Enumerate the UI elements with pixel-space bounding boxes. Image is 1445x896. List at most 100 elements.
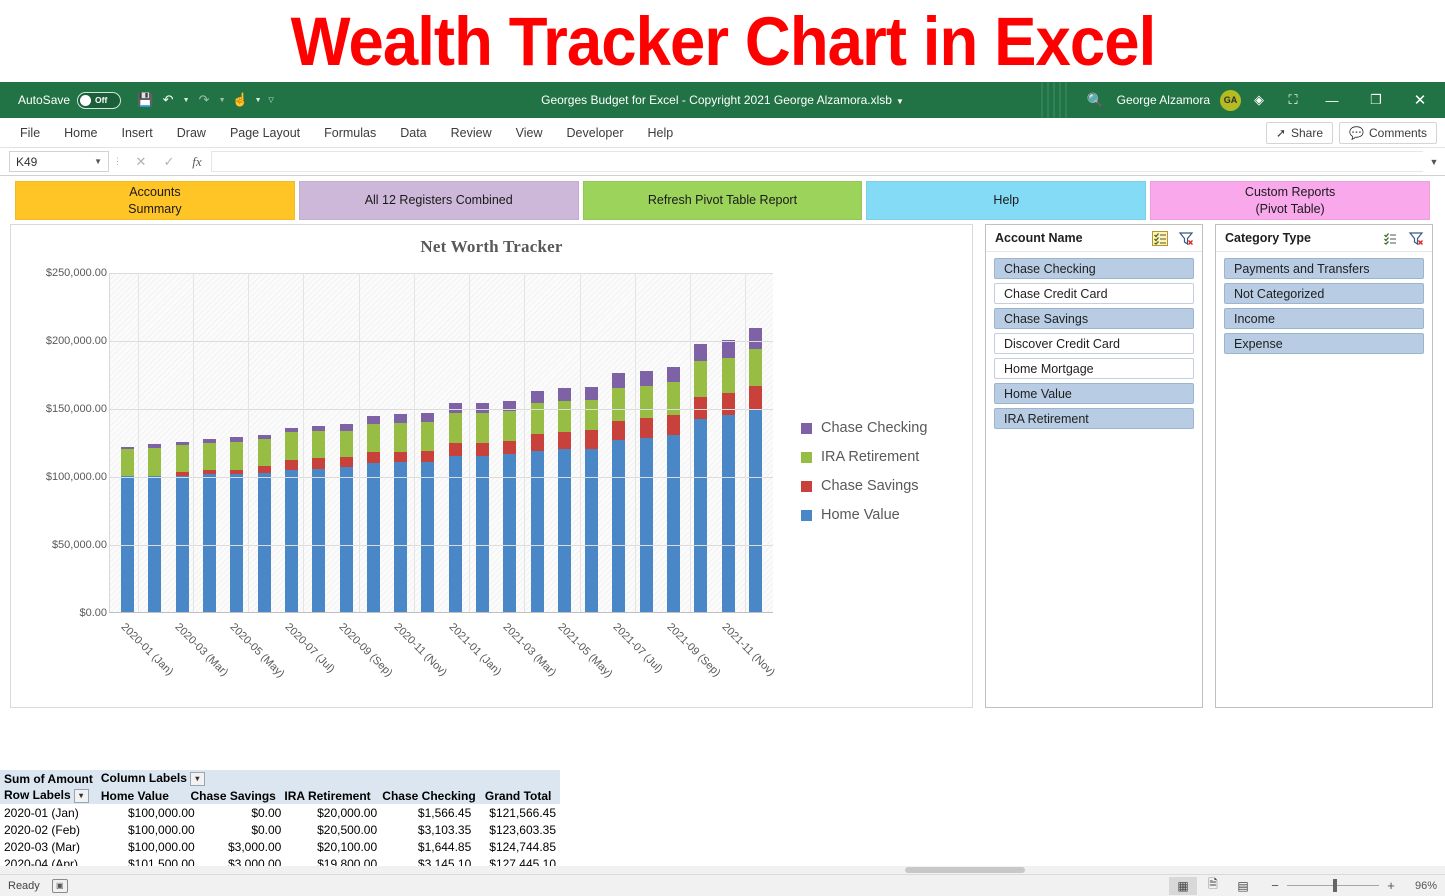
bar-segment[interactable] bbox=[531, 451, 544, 612]
zoom-out-button[interactable]: − bbox=[1269, 878, 1281, 893]
bar-segment[interactable] bbox=[394, 423, 407, 452]
stacked-bar[interactable] bbox=[722, 340, 735, 612]
bar-segment[interactable] bbox=[148, 448, 161, 476]
bar-segment[interactable] bbox=[558, 432, 571, 450]
bar-segment[interactable] bbox=[421, 422, 434, 451]
customize-qat-icon[interactable]: ▽ bbox=[266, 96, 276, 104]
stacked-bar[interactable] bbox=[258, 435, 271, 612]
bar-segment[interactable] bbox=[694, 419, 707, 612]
bar-segment[interactable] bbox=[203, 443, 216, 470]
bar-segment[interactable] bbox=[367, 452, 380, 463]
bar-segment[interactable] bbox=[749, 386, 762, 410]
diamond-icon[interactable]: ◈ bbox=[1243, 85, 1275, 115]
stacked-bar[interactable] bbox=[749, 328, 762, 612]
page-layout-view-button[interactable]: 🗎 bbox=[1199, 877, 1227, 895]
bar-segment[interactable] bbox=[449, 413, 462, 443]
undo-dropdown-icon[interactable]: ▼ bbox=[181, 97, 191, 104]
stacked-bar[interactable] bbox=[148, 444, 161, 612]
bar-segment[interactable] bbox=[722, 358, 735, 393]
stacked-bar[interactable] bbox=[367, 416, 380, 612]
bar-segment[interactable] bbox=[503, 441, 516, 455]
refresh-pivot-table-report-button[interactable]: Refresh Pivot Table Report bbox=[583, 181, 863, 220]
bar-segment[interactable] bbox=[312, 458, 325, 468]
tab-review[interactable]: Review bbox=[439, 118, 504, 148]
slicer-account-name[interactable]: Account Name Chase CheckingChase Credit … bbox=[985, 224, 1203, 708]
bar-segment[interactable] bbox=[749, 349, 762, 386]
multi-select-icon[interactable] bbox=[1150, 229, 1170, 247]
document-title-dropdown-icon[interactable]: ▼ bbox=[896, 97, 904, 106]
stacked-bar[interactable] bbox=[203, 439, 216, 612]
bar-segment[interactable] bbox=[203, 474, 216, 612]
insert-function-icon[interactable]: fx bbox=[183, 154, 211, 170]
bar-segment[interactable] bbox=[694, 361, 707, 397]
autosave-control[interactable]: AutoSave Off bbox=[18, 92, 121, 109]
slicer-item[interactable]: Discover Credit Card bbox=[994, 333, 1194, 354]
slicer-item[interactable]: Chase Savings bbox=[994, 308, 1194, 329]
stacked-bar[interactable] bbox=[312, 426, 325, 612]
zoom-slider[interactable] bbox=[1287, 885, 1379, 886]
bar-segment[interactable] bbox=[722, 415, 735, 612]
bar-segment[interactable] bbox=[312, 431, 325, 458]
column-filter-icon[interactable]: ▾ bbox=[190, 772, 205, 786]
bar-segment[interactable] bbox=[367, 416, 380, 425]
bar-segment[interactable] bbox=[340, 431, 353, 457]
bar-segment[interactable] bbox=[148, 476, 161, 612]
tab-draw[interactable]: Draw bbox=[165, 118, 218, 148]
bar-segment[interactable] bbox=[531, 403, 544, 434]
confirm-edit-icon[interactable]: ✓ bbox=[155, 154, 183, 170]
touch-mode-icon[interactable]: ☝ bbox=[230, 89, 250, 111]
bar-segment[interactable] bbox=[585, 400, 598, 431]
bar-segment[interactable] bbox=[585, 430, 598, 448]
legend-item[interactable]: Chase Savings bbox=[801, 478, 927, 494]
tab-page-layout[interactable]: Page Layout bbox=[218, 118, 312, 148]
horizontal-scrollbar-thumb[interactable] bbox=[905, 867, 1025, 873]
bar-segment[interactable] bbox=[585, 387, 598, 400]
bar-segment[interactable] bbox=[640, 371, 653, 385]
record-macro-icon[interactable]: ▣ bbox=[52, 879, 68, 893]
bar-segment[interactable] bbox=[476, 456, 489, 612]
page-break-view-button[interactable]: ▤ bbox=[1229, 877, 1257, 895]
bar-segment[interactable] bbox=[285, 470, 298, 612]
tab-help[interactable]: Help bbox=[636, 118, 686, 148]
bar-segment[interactable] bbox=[585, 449, 598, 612]
bar-segment[interactable] bbox=[531, 434, 544, 451]
redo-icon[interactable]: ↷ bbox=[194, 89, 214, 111]
bar-segment[interactable] bbox=[749, 328, 762, 348]
touch-mode-dropdown-icon[interactable]: ▼ bbox=[253, 97, 263, 104]
bar-segment[interactable] bbox=[367, 463, 380, 612]
stacked-bar[interactable] bbox=[394, 414, 407, 612]
slicer-item[interactable]: Income bbox=[1224, 308, 1424, 329]
tab-view[interactable]: View bbox=[504, 118, 555, 148]
help-button[interactable]: Help bbox=[866, 181, 1146, 220]
tab-insert[interactable]: Insert bbox=[110, 118, 165, 148]
bar-segment[interactable] bbox=[667, 367, 680, 382]
bar-segment[interactable] bbox=[558, 388, 571, 401]
bar-segment[interactable] bbox=[258, 466, 271, 473]
legend-item[interactable]: IRA Retirement bbox=[801, 449, 927, 465]
all-12-registers-combined-button[interactable]: All 12 Registers Combined bbox=[299, 181, 579, 220]
stacked-bar[interactable] bbox=[230, 437, 243, 612]
comments-button[interactable]: 💬 Comments bbox=[1339, 122, 1437, 144]
bar-segment[interactable] bbox=[285, 460, 298, 470]
multi-select-icon[interactable] bbox=[1380, 229, 1400, 247]
bar-segment[interactable] bbox=[258, 439, 271, 466]
horizontal-scrollbar[interactable] bbox=[0, 866, 1445, 874]
slicer-item[interactable]: Not Categorized bbox=[1224, 283, 1424, 304]
bar-segment[interactable] bbox=[476, 413, 489, 442]
zoom-in-button[interactable]: + bbox=[1385, 878, 1397, 893]
bar-segment[interactable] bbox=[640, 386, 653, 419]
bar-segment[interactable] bbox=[667, 415, 680, 435]
bar-segment[interactable] bbox=[421, 451, 434, 462]
stacked-bar[interactable] bbox=[585, 387, 598, 612]
minimize-button[interactable]: — bbox=[1311, 82, 1353, 118]
tab-formulas[interactable]: Formulas bbox=[312, 118, 388, 148]
undo-icon[interactable]: ↶ bbox=[158, 89, 178, 111]
stacked-bar[interactable] bbox=[285, 428, 298, 612]
bar-segment[interactable] bbox=[176, 476, 189, 612]
document-title[interactable]: Georges Budget for Excel - Copyright 202… bbox=[541, 93, 892, 107]
bar-segment[interactable] bbox=[667, 435, 680, 612]
tab-file[interactable]: File bbox=[8, 118, 52, 148]
bar-segment[interactable] bbox=[531, 391, 544, 403]
bar-segment[interactable] bbox=[230, 442, 243, 470]
bar-segment[interactable] bbox=[176, 445, 189, 472]
